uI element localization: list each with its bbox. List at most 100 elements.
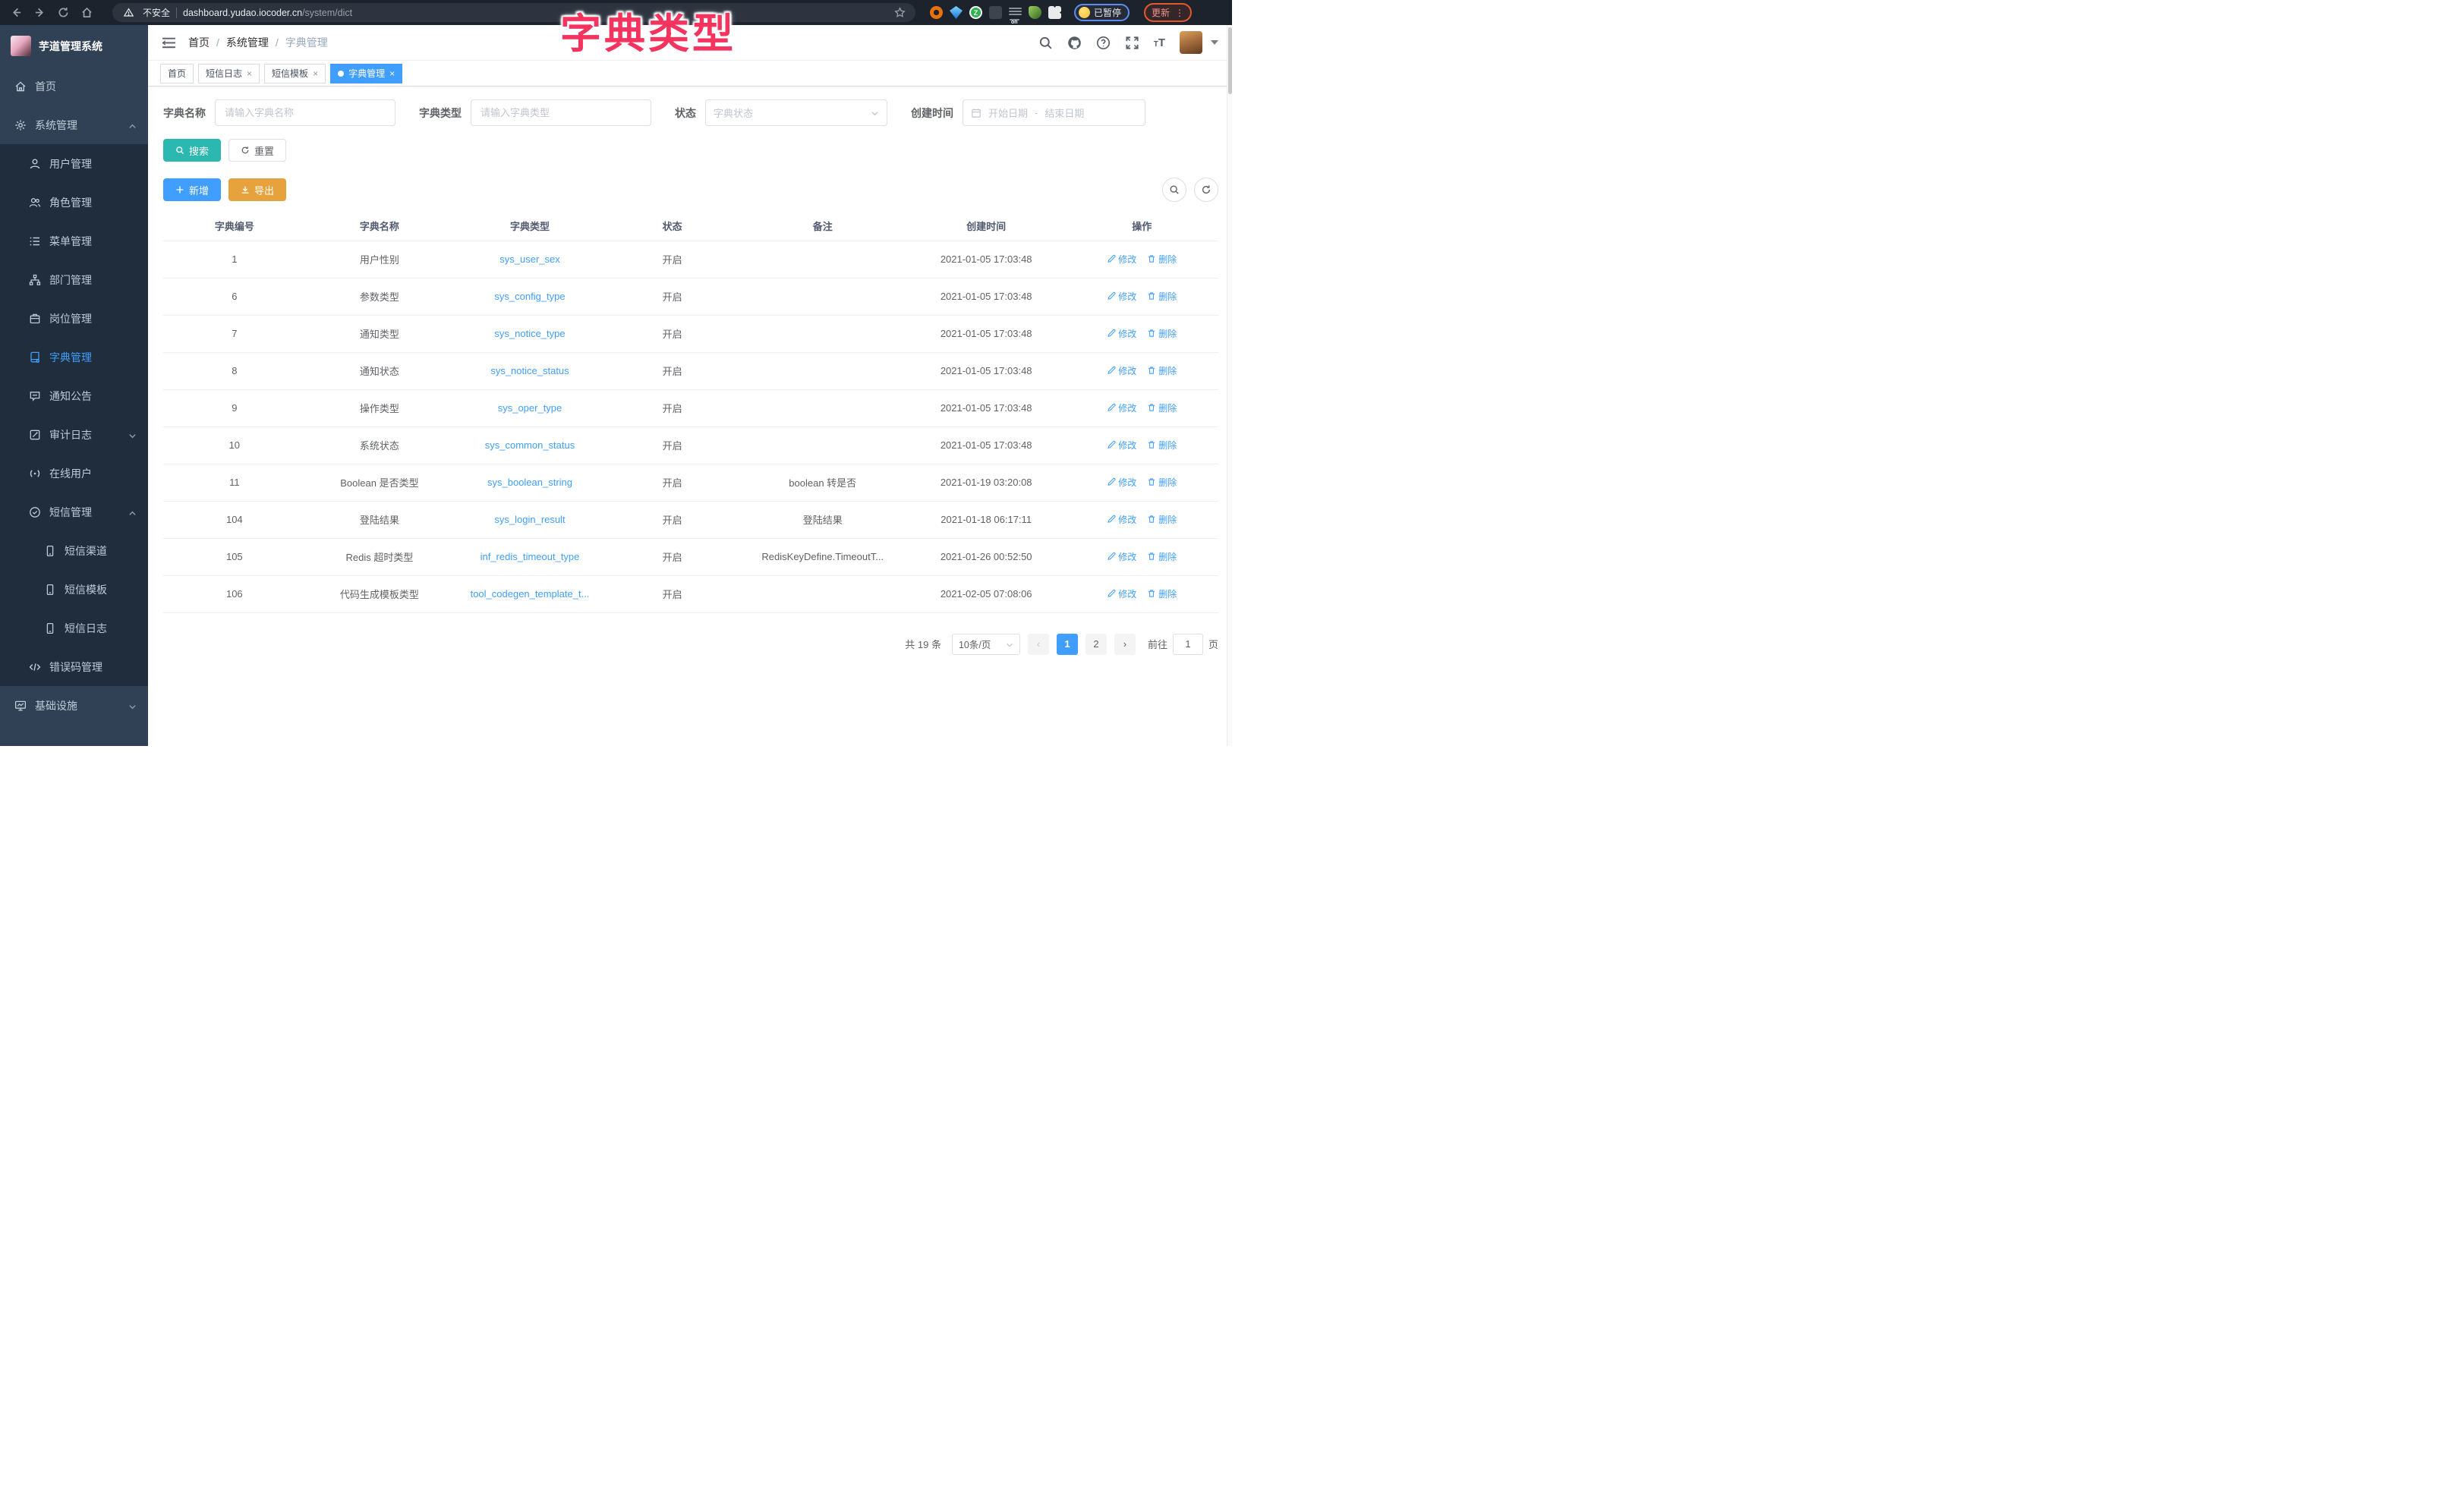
breadcrumb-home[interactable]: 首页 <box>188 35 210 50</box>
url-text[interactable]: dashboard.yudao.iocoder.cn/system/dict <box>183 8 352 18</box>
sidebar-item-3[interactable]: 角色管理 <box>0 183 148 222</box>
edit-button[interactable]: 修改 <box>1107 513 1136 526</box>
date-range-picker[interactable]: 开始日期 - 结束日期 <box>963 99 1145 126</box>
show-search-button[interactable] <box>1162 178 1186 202</box>
sidebar-item-10[interactable]: 在线用户 <box>0 454 148 493</box>
edit-button[interactable]: 修改 <box>1107 476 1136 489</box>
dict-type-link[interactable]: sys_config_type <box>453 278 607 315</box>
back-icon[interactable] <box>8 5 24 21</box>
prev-page-button[interactable]: ‹ <box>1028 634 1049 655</box>
dict-type-link[interactable]: sys_common_status <box>453 427 607 464</box>
sidebar-item-9[interactable]: 审计日志 <box>0 415 148 454</box>
edit-button[interactable]: 修改 <box>1107 253 1136 266</box>
delete-button[interactable]: 删除 <box>1147 253 1177 266</box>
bookmark-star-icon[interactable] <box>891 5 908 21</box>
delete-button[interactable]: 删除 <box>1147 476 1177 489</box>
goto-page-input[interactable] <box>1173 634 1203 655</box>
page-scrollbar[interactable] <box>1227 25 1232 746</box>
extension-diamond-icon[interactable] <box>989 6 1002 19</box>
edit-button[interactable]: 修改 <box>1107 401 1136 414</box>
delete-button[interactable]: 删除 <box>1147 513 1177 526</box>
dict-type-link[interactable]: inf_redis_timeout_type <box>453 538 607 575</box>
dict-type-link[interactable]: sys_notice_type <box>453 315 607 352</box>
avatar-caret-icon[interactable] <box>1211 40 1218 45</box>
sidebar-item-1[interactable]: 系统管理 <box>0 105 148 144</box>
home-icon[interactable] <box>78 5 95 21</box>
next-page-button[interactable]: › <box>1114 634 1136 655</box>
browser-menu-icon[interactable]: ⋮ <box>1175 9 1184 17</box>
dict-type-link[interactable]: sys_notice_status <box>453 352 607 389</box>
close-icon[interactable]: × <box>389 69 395 78</box>
refresh-button[interactable] <box>1194 178 1218 202</box>
address-bar[interactable]: 不安全 dashboard.yudao.iocoder.cn/system/di… <box>112 3 915 22</box>
breadcrumb-system[interactable]: 系统管理 <box>226 35 269 50</box>
sidebar-toggle-icon[interactable] <box>162 36 176 49</box>
sidebar-item-8[interactable]: 通知公告 <box>0 376 148 415</box>
dict-type-link[interactable]: sys_oper_type <box>453 389 607 427</box>
dict-type-link[interactable]: sys_boolean_string <box>453 464 607 501</box>
delete-button[interactable]: 删除 <box>1147 550 1177 563</box>
sidebar-item-7[interactable]: 字典管理 <box>0 338 148 376</box>
dict-name-input[interactable] <box>215 99 395 126</box>
app-logo-row[interactable]: 芋道管理系统 <box>0 25 148 67</box>
github-icon[interactable] <box>1067 36 1082 50</box>
sidebar-item-11[interactable]: 短信管理 <box>0 493 148 531</box>
sidebar-item-14[interactable]: 短信日志 <box>0 609 148 647</box>
fullscreen-icon[interactable] <box>1125 36 1139 50</box>
search-icon[interactable] <box>1038 36 1053 50</box>
dict-type-link[interactable]: sys_login_result <box>453 501 607 538</box>
export-button[interactable]: 导出 <box>228 178 286 201</box>
dict-type-link[interactable]: sys_user_sex <box>453 241 607 278</box>
edit-button[interactable]: 修改 <box>1107 290 1136 303</box>
browser-update-button[interactable]: 更新 ⋮ <box>1144 3 1192 22</box>
dict-type-link[interactable]: tool_codegen_template_t... <box>453 575 607 612</box>
scrollbar-thumb[interactable] <box>1228 27 1232 94</box>
security-label[interactable]: 不安全 <box>143 6 170 19</box>
delete-button[interactable]: 删除 <box>1147 587 1177 600</box>
sidebar-item-2[interactable]: 用户管理 <box>0 144 148 183</box>
extension-gem-icon[interactable] <box>950 6 963 19</box>
edit-button[interactable]: 修改 <box>1107 439 1136 452</box>
tag-tab-1[interactable]: 短信日志× <box>198 64 260 83</box>
close-icon[interactable]: × <box>247 69 252 78</box>
tag-tab-0[interactable]: 首页 <box>160 64 194 83</box>
tag-tab-3[interactable]: 字典管理× <box>330 64 402 83</box>
delete-button[interactable]: 删除 <box>1147 327 1177 340</box>
dict-type-input[interactable] <box>471 99 651 126</box>
sidebar-item-12[interactable]: 短信渠道 <box>0 531 148 570</box>
add-button[interactable]: 新增 <box>163 178 221 201</box>
edit-button[interactable]: 修改 <box>1107 550 1136 563</box>
page-size-select[interactable]: 10条/页 <box>952 634 1020 655</box>
user-avatar[interactable] <box>1180 31 1202 54</box>
status-select[interactable]: 字典状态 <box>705 99 887 126</box>
font-size-icon[interactable]: TT <box>1154 36 1165 49</box>
delete-button[interactable]: 删除 <box>1147 401 1177 414</box>
page-button-1[interactable]: 1 <box>1057 634 1078 655</box>
extension-donut-icon[interactable] <box>930 6 943 19</box>
extensions-puzzle-icon[interactable] <box>1048 6 1061 19</box>
extension-list-icon[interactable]: on <box>1009 6 1022 19</box>
extension-leaf-icon[interactable] <box>1029 6 1041 19</box>
edit-button[interactable]: 修改 <box>1107 364 1136 377</box>
reset-button[interactable]: 重置 <box>228 139 286 162</box>
delete-button[interactable]: 删除 <box>1147 364 1177 377</box>
search-button[interactable]: 搜索 <box>163 139 221 162</box>
forward-icon[interactable] <box>31 5 48 21</box>
tag-tab-2[interactable]: 短信模板× <box>264 64 326 83</box>
sidebar-item-0[interactable]: 首页 <box>0 67 148 105</box>
close-icon[interactable]: × <box>313 69 318 78</box>
delete-button[interactable]: 删除 <box>1147 290 1177 303</box>
edit-button[interactable]: 修改 <box>1107 327 1136 340</box>
sidebar-item-6[interactable]: 岗位管理 <box>0 299 148 338</box>
reload-icon[interactable] <box>55 5 71 21</box>
sidebar-item-13[interactable]: 短信模板 <box>0 570 148 609</box>
browser-profile-chip[interactable]: 已暂停 <box>1074 4 1130 21</box>
sidebar-item-4[interactable]: 菜单管理 <box>0 222 148 260</box>
sidebar-item-5[interactable]: 部门管理 <box>0 260 148 299</box>
sidebar-item-16[interactable]: 基础设施 <box>0 686 148 725</box>
sidebar-item-15[interactable]: 错误码管理 <box>0 647 148 686</box>
extension-green-icon[interactable]: Z <box>969 6 982 19</box>
edit-button[interactable]: 修改 <box>1107 587 1136 600</box>
page-button-2[interactable]: 2 <box>1085 634 1107 655</box>
delete-button[interactable]: 删除 <box>1147 439 1177 452</box>
